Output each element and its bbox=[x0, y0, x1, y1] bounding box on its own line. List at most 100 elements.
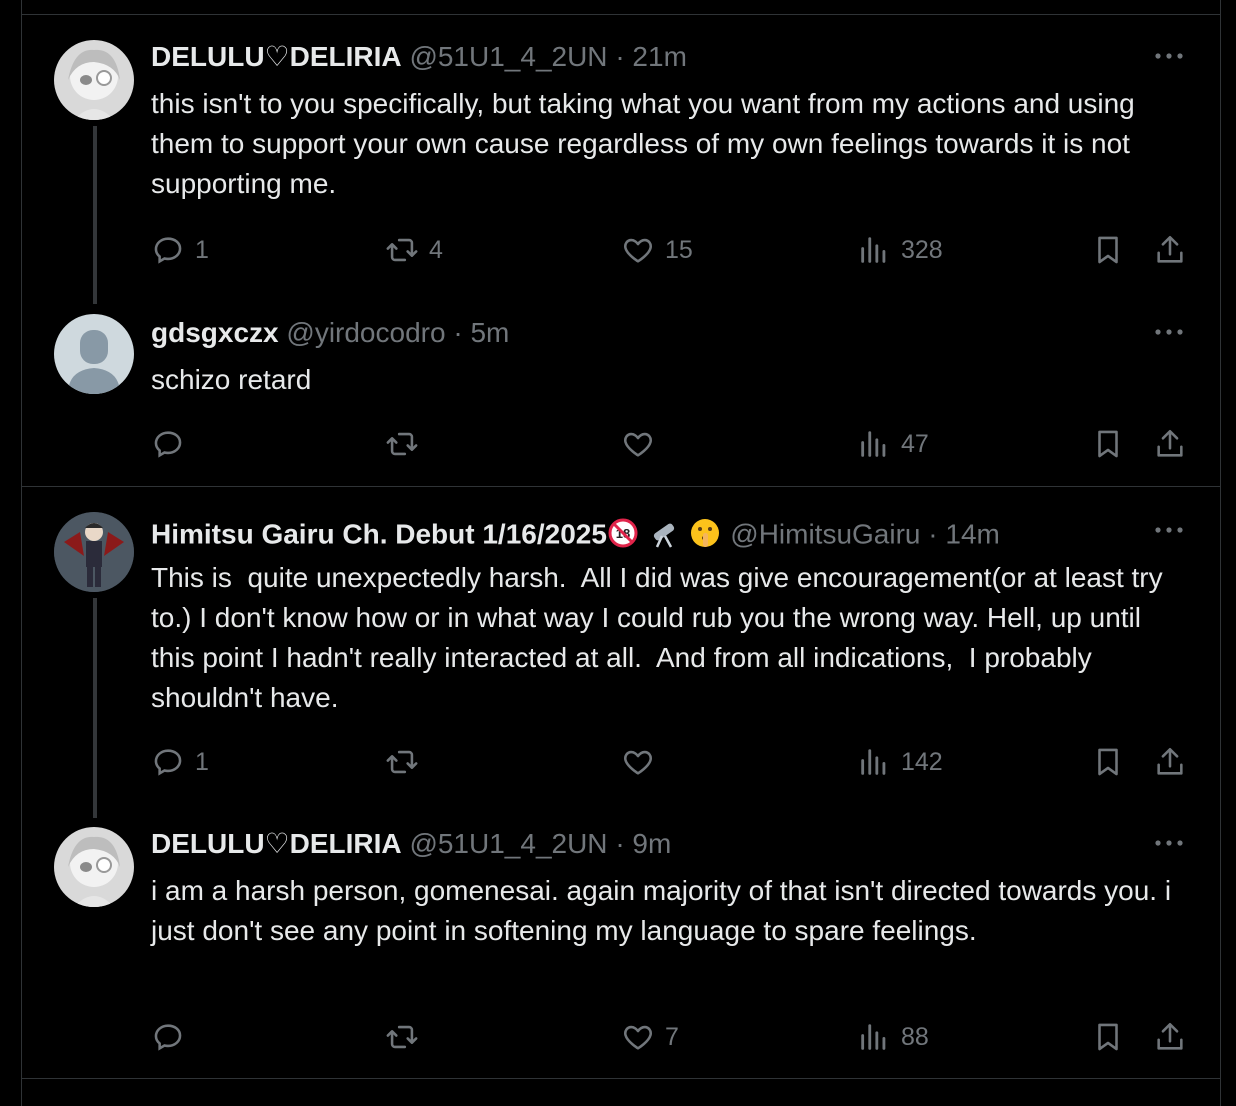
like-button[interactable]: 7 bbox=[621, 1017, 679, 1057]
bookmark-button[interactable] bbox=[1091, 230, 1125, 270]
anime-avatar-icon bbox=[54, 40, 134, 120]
heart-icon bbox=[624, 238, 652, 263]
analytics-icon bbox=[861, 1024, 886, 1050]
avatar[interactable] bbox=[54, 314, 134, 394]
like-button[interactable] bbox=[621, 424, 665, 464]
heart-icon bbox=[624, 1025, 652, 1050]
analytics-icon bbox=[861, 237, 886, 263]
bookmark-button[interactable] bbox=[1091, 1017, 1125, 1057]
divider bbox=[22, 1078, 1220, 1079]
share-icon bbox=[1157, 235, 1183, 263]
separator: · bbox=[928, 518, 938, 550]
reply-count: 1 bbox=[195, 747, 209, 776]
reply-icon bbox=[154, 1024, 182, 1051]
anime-avatar-icon bbox=[54, 827, 134, 907]
view-count: 142 bbox=[901, 747, 943, 776]
telescope-icon bbox=[647, 516, 681, 556]
timestamp[interactable]: 21m bbox=[632, 41, 686, 72]
display-name[interactable]: Himitsu Gairu Ch. Debut 1/16/2025 bbox=[151, 518, 607, 549]
analytics-icon bbox=[861, 431, 886, 457]
tweet-text: This is quite unexpectedly harsh. All I … bbox=[151, 562, 1171, 713]
tweet-text: this isn't to you specifically, but taki… bbox=[151, 88, 1143, 199]
share-button[interactable] bbox=[1153, 424, 1187, 464]
thread-connector bbox=[93, 598, 97, 818]
divider bbox=[22, 14, 1220, 15]
reply-button[interactable]: 1 bbox=[151, 230, 209, 270]
like-button[interactable]: 15 bbox=[621, 230, 693, 270]
share-button[interactable] bbox=[1153, 742, 1187, 782]
bookmark-button[interactable] bbox=[1091, 742, 1125, 782]
view-count: 88 bbox=[901, 1022, 929, 1051]
like-count: 15 bbox=[665, 235, 693, 264]
tweet-header: DELULU♡DELIRIA @51U1_4_2UN · 21m bbox=[151, 42, 1191, 72]
user-handle[interactable]: @yirdocodro bbox=[286, 317, 445, 348]
thread-connector bbox=[93, 126, 97, 304]
retweet-button[interactable] bbox=[385, 424, 429, 464]
retweet-count: 4 bbox=[429, 235, 443, 264]
no-under-18-icon: 18 bbox=[607, 517, 639, 555]
more-options-icon[interactable] bbox=[1153, 320, 1185, 344]
bookmark-icon bbox=[1098, 236, 1118, 264]
bookmark-icon bbox=[1098, 430, 1118, 458]
reply-button[interactable] bbox=[151, 1017, 195, 1057]
like-button[interactable] bbox=[621, 742, 665, 782]
vampire-character-icon bbox=[54, 512, 134, 592]
timeline-column: DELULU♡DELIRIA @51U1_4_2UN · 21m this is… bbox=[21, 0, 1221, 1106]
bookmark-icon bbox=[1098, 748, 1118, 776]
retweet-icon bbox=[386, 238, 418, 262]
views-button[interactable]: 328 bbox=[857, 230, 943, 270]
view-count: 47 bbox=[901, 429, 929, 458]
views-button[interactable]: 47 bbox=[857, 424, 929, 464]
more-options-icon[interactable] bbox=[1153, 518, 1185, 542]
reply-icon bbox=[154, 237, 182, 264]
user-handle[interactable]: @51U1_4_2UN bbox=[409, 828, 607, 859]
display-name[interactable]: DELULU♡DELIRIA bbox=[151, 828, 402, 859]
heart-icon bbox=[624, 750, 652, 775]
more-options-icon[interactable] bbox=[1153, 831, 1185, 855]
avatar[interactable] bbox=[54, 827, 134, 907]
display-name[interactable]: DELULU♡DELIRIA bbox=[151, 41, 402, 72]
reply-button[interactable] bbox=[151, 424, 195, 464]
retweet-button[interactable] bbox=[385, 742, 429, 782]
reply-button[interactable]: 1 bbox=[151, 742, 209, 782]
share-icon bbox=[1157, 1022, 1183, 1050]
avatar[interactable] bbox=[54, 40, 134, 120]
views-button[interactable]: 88 bbox=[857, 1017, 929, 1057]
action-bar: 1 4 15 328 bbox=[151, 230, 1191, 270]
display-name[interactable]: gdsgxczx bbox=[151, 317, 279, 348]
shushing-face-icon bbox=[688, 516, 722, 556]
user-handle[interactable]: @51U1_4_2UN bbox=[409, 41, 607, 72]
share-icon bbox=[1157, 429, 1183, 457]
tweet-header: DELULU♡DELIRIA @51U1_4_2UN · 9m bbox=[151, 829, 1191, 859]
retweet-icon bbox=[386, 1025, 418, 1049]
separator: · bbox=[453, 317, 463, 348]
share-button[interactable] bbox=[1153, 1017, 1187, 1057]
more-options-icon[interactable] bbox=[1153, 44, 1185, 68]
retweet-button[interactable] bbox=[385, 1017, 429, 1057]
bookmark-button[interactable] bbox=[1091, 424, 1125, 464]
reply-icon bbox=[154, 431, 182, 458]
tweet-text: schizo retard bbox=[151, 364, 312, 395]
heart-icon bbox=[624, 432, 652, 457]
reply-icon bbox=[154, 749, 182, 776]
like-count: 7 bbox=[665, 1022, 679, 1051]
bookmark-icon bbox=[1098, 1023, 1118, 1051]
divider bbox=[22, 486, 1220, 487]
timestamp[interactable]: 14m bbox=[945, 518, 999, 549]
view-count: 328 bbox=[901, 235, 943, 264]
views-button[interactable]: 142 bbox=[857, 742, 943, 782]
timestamp[interactable]: 5m bbox=[470, 317, 509, 348]
reply-count: 1 bbox=[195, 235, 209, 264]
retweet-button[interactable]: 4 bbox=[385, 230, 443, 270]
action-bar: 47 bbox=[151, 424, 1191, 464]
action-bar: 7 88 bbox=[151, 1017, 1191, 1057]
retweet-icon bbox=[386, 750, 418, 774]
action-bar: 1 142 bbox=[151, 742, 1191, 782]
separator: · bbox=[615, 41, 625, 72]
user-handle[interactable]: @HimitsuGairu bbox=[730, 518, 920, 549]
share-button[interactable] bbox=[1153, 230, 1187, 270]
tweet-header: gdsgxczx @yirdocodro · 5m bbox=[151, 318, 1191, 348]
avatar[interactable] bbox=[54, 512, 134, 592]
tweet-text: i am a harsh person, gomenesai. again ma… bbox=[151, 875, 1179, 946]
timestamp[interactable]: 9m bbox=[632, 828, 671, 859]
